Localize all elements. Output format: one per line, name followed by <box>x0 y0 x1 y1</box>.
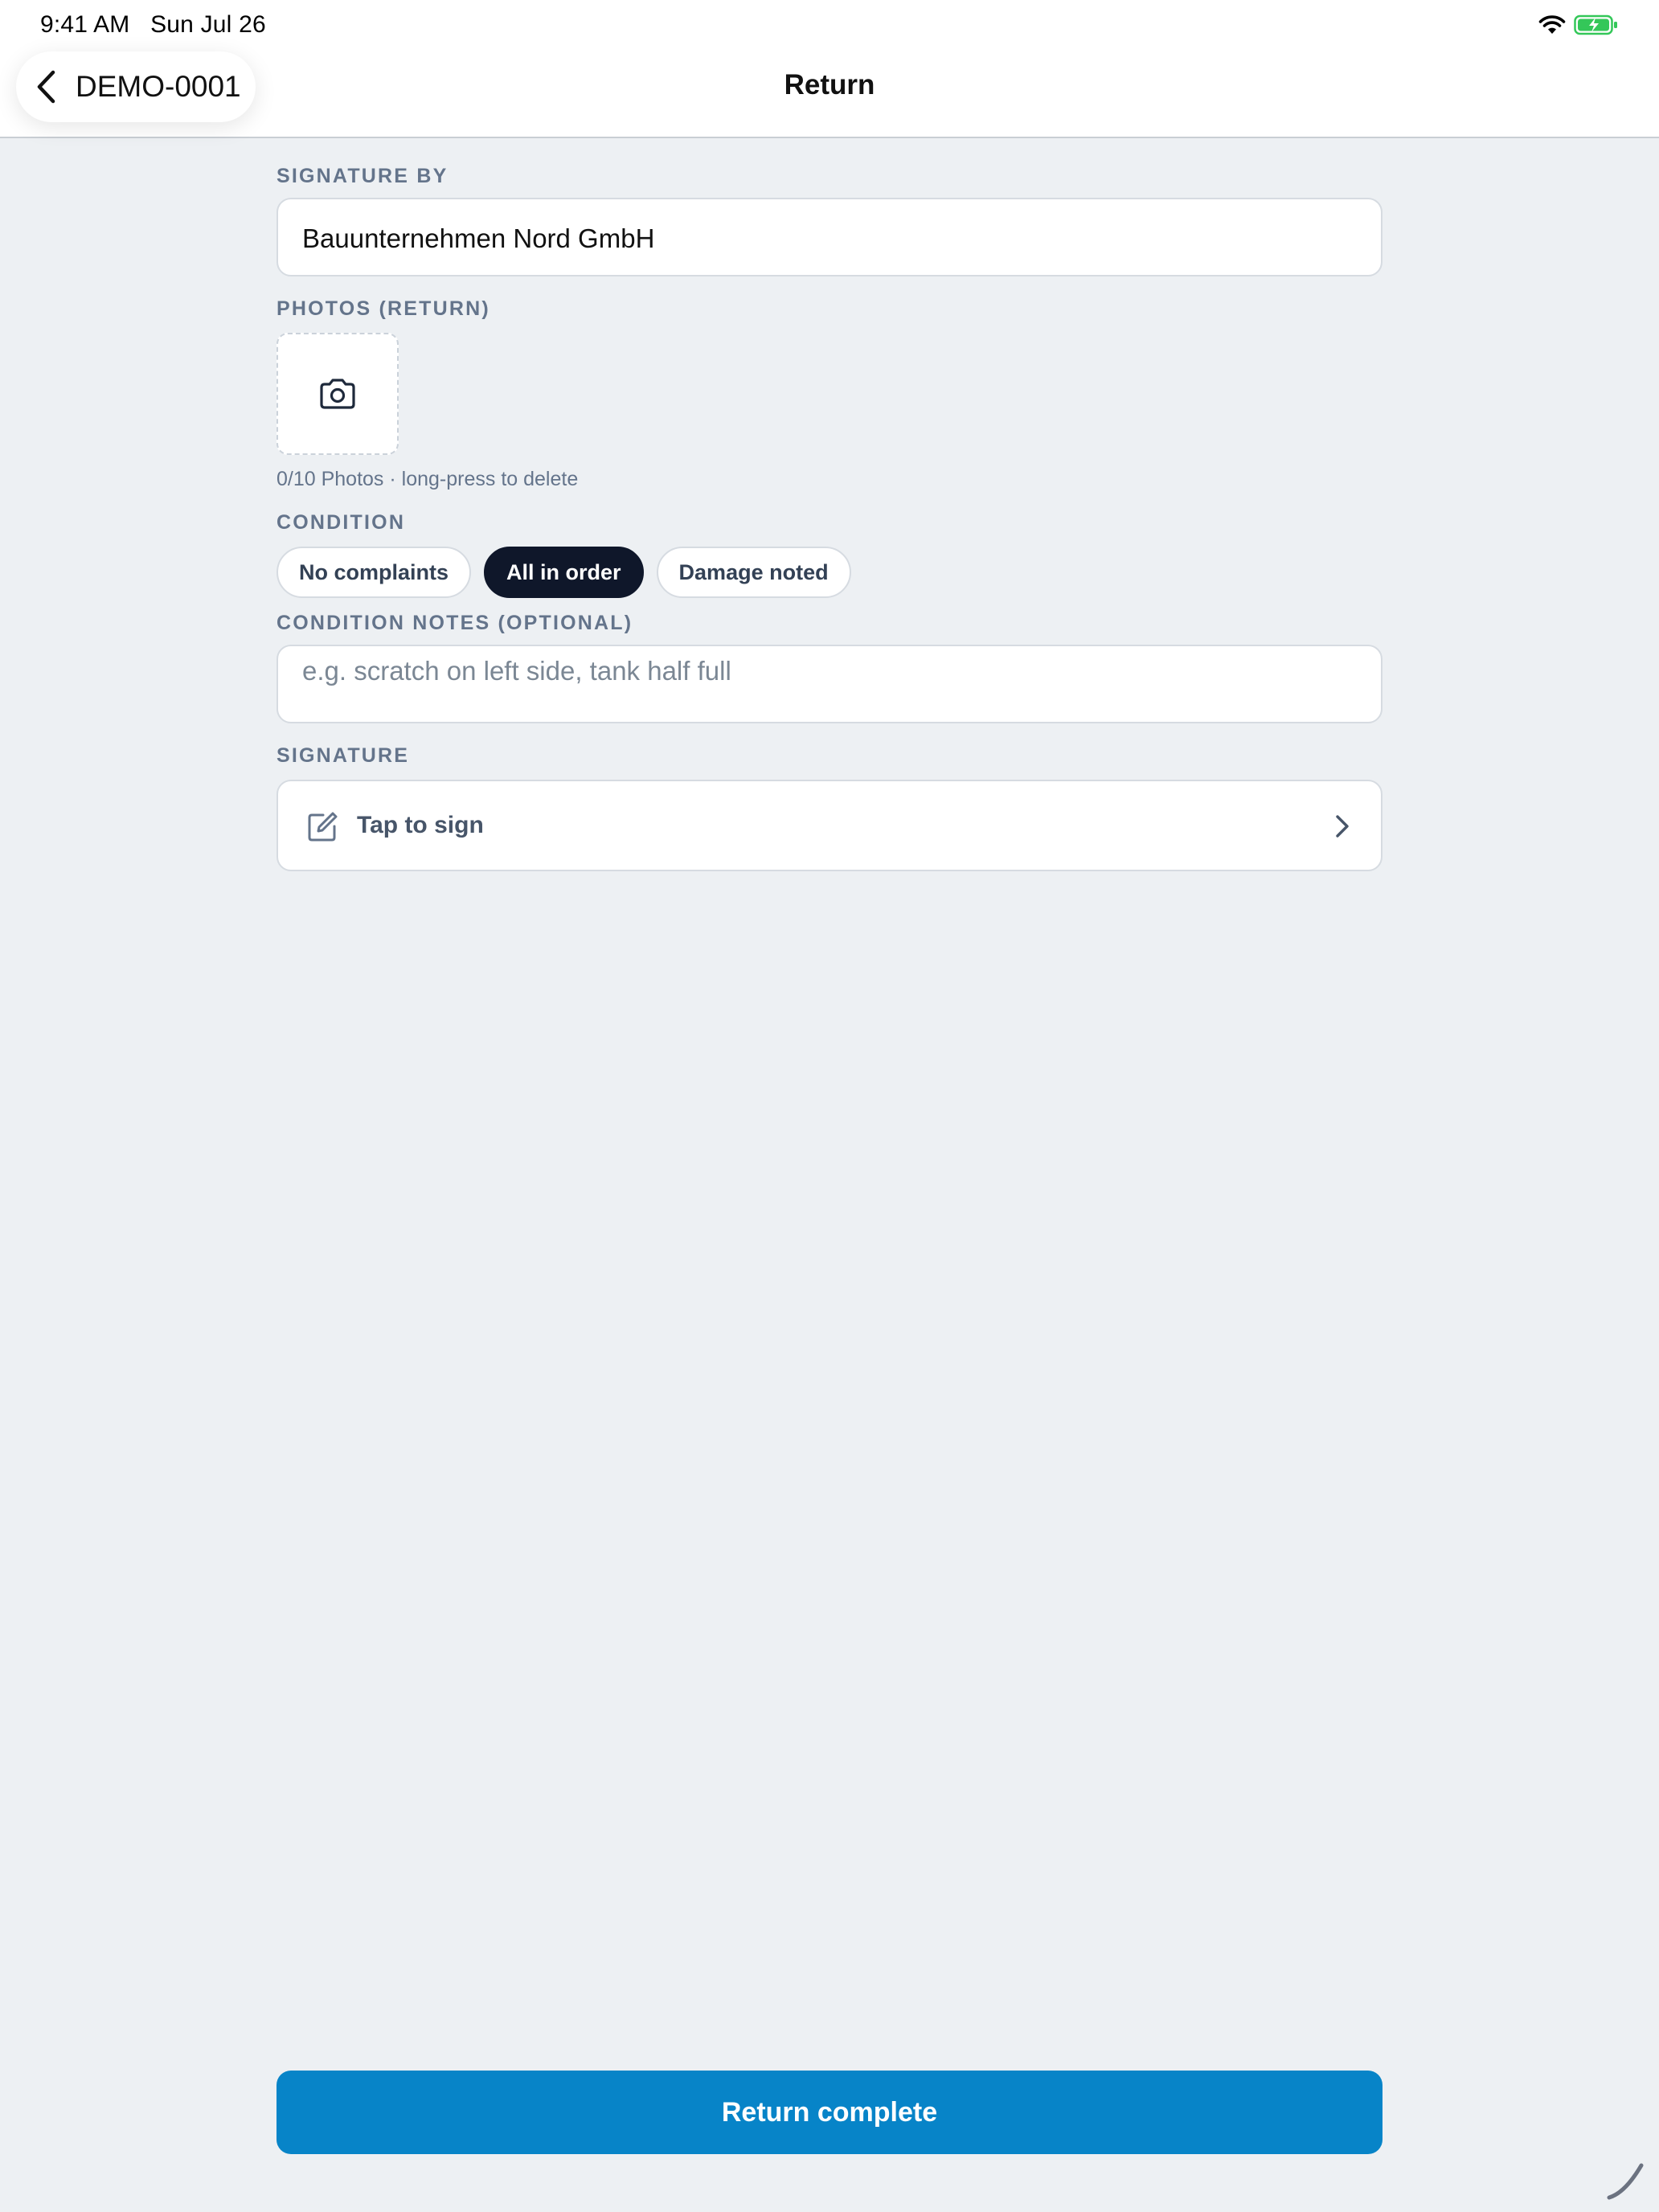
photo-count-hint: 0/10 Photos · long-press to delete <box>276 468 579 490</box>
signature-by-label: SIGNATURE BY <box>276 165 449 187</box>
condition-chip-damage-noted[interactable]: Damage noted <box>656 547 851 598</box>
condition-chip-all-in-order[interactable]: All in order <box>484 547 644 598</box>
status-date: Sun Jul 26 <box>150 11 266 38</box>
condition-notes-field[interactable]: e.g. scratch on left side, tank half ful… <box>276 645 1382 723</box>
tap-to-sign-button[interactable]: Tap to sign <box>276 780 1382 871</box>
status-bar-time: 9:41 AM Sun Jul 26 <box>40 11 266 39</box>
return-complete-button[interactable]: Return complete <box>276 2071 1382 2154</box>
condition-notes-placeholder: e.g. scratch on left side, tank half ful… <box>302 656 731 686</box>
wifi-icon <box>1538 15 1566 34</box>
add-photo-button[interactable] <box>276 333 399 455</box>
photos-label: PHOTOS (RETURN) <box>276 297 490 320</box>
condition-options: No complaints All in order Damage noted <box>276 547 851 598</box>
battery-charging-icon <box>1574 14 1617 35</box>
signature-by-value: Bauunternehmen Nord GmbH <box>302 223 655 253</box>
signature-by-field[interactable]: Bauunternehmen Nord GmbH <box>276 198 1382 276</box>
condition-notes-label: CONDITION NOTES (OPTIONAL) <box>276 612 633 634</box>
navigation-header: 9:41 AM Sun Jul 26 DEMO-0001 Return <box>0 0 1659 138</box>
condition-label: CONDITION <box>276 511 406 534</box>
edit-icon <box>308 812 338 842</box>
tap-to-sign-label: Tap to sign <box>357 812 484 838</box>
home-indicator-icon <box>1607 2163 1644 2200</box>
status-bar-indicators <box>1538 14 1619 35</box>
signature-label: SIGNATURE <box>276 744 410 767</box>
chevron-right-icon <box>1336 815 1349 838</box>
page-title: Return <box>784 69 875 100</box>
camera-icon <box>320 379 355 409</box>
condition-chip-no-complaints[interactable]: No complaints <box>276 547 472 598</box>
status-time: 9:41 AM <box>40 11 130 38</box>
